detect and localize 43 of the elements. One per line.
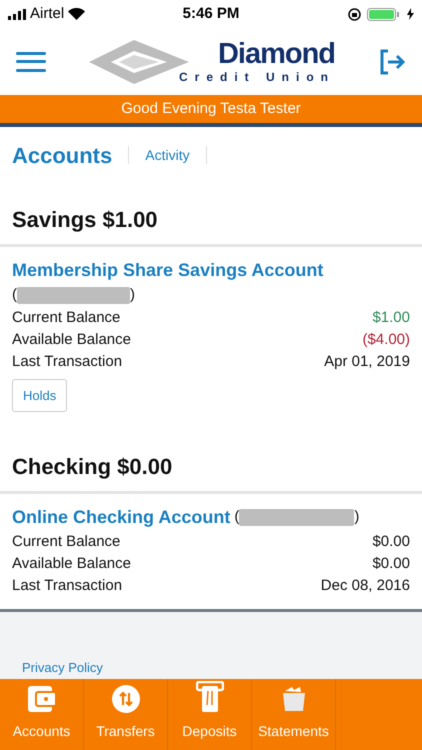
status-time: 5:46 PM	[182, 4, 240, 24]
menu-button[interactable]	[16, 50, 46, 74]
balance-label: Last Transaction	[12, 576, 122, 596]
tab[interactable]: Activity	[145, 144, 190, 166]
balance-label: Available Balance	[12, 554, 131, 574]
carrier-name: Airtel	[30, 4, 64, 24]
bracket: )	[130, 285, 135, 305]
bracket: )	[354, 507, 360, 528]
balance-value: $0.00	[372, 532, 410, 552]
balance-label: Available Balance	[12, 330, 131, 350]
privacy-policy-link[interactable]: Privacy Policy	[22, 658, 103, 677]
nav-item[interactable]: Statements	[252, 679, 336, 750]
nav-item[interactable]: Deposits	[168, 679, 252, 750]
group-heading: Savings $1.00	[11, 206, 159, 234]
rotation-lock-icon	[348, 8, 361, 20]
group-heading: Checking $0.00	[11, 453, 174, 481]
logout-icon[interactable]	[378, 48, 406, 76]
logo-tagline: Credit Union	[179, 71, 335, 83]
logo-name: Diamond	[218, 40, 335, 69]
wifi-icon	[68, 8, 86, 20]
bracket: (	[12, 285, 17, 305]
account-name[interactable]: Online Checking Account	[12, 504, 230, 531]
balance-label: Current Balance	[12, 532, 120, 552]
account-name[interactable]: Membership Share Savings Account	[12, 257, 324, 284]
transfer-icon	[112, 685, 140, 713]
balance-label: Current Balance	[12, 308, 120, 328]
folder-icon	[280, 685, 306, 713]
balance-label: Last Transaction	[12, 352, 122, 372]
nav-item[interactable]: Transfers	[84, 679, 168, 750]
charging-icon	[406, 8, 414, 20]
balance-value: Dec 08, 2016	[320, 576, 410, 596]
holds-button[interactable]: Holds	[12, 378, 68, 412]
tab[interactable]: Accounts	[12, 138, 112, 172]
signal-icon	[8, 8, 26, 20]
bracket: (	[234, 507, 240, 528]
balance-value: Apr 01, 2019	[324, 352, 410, 372]
wallet-icon	[26, 685, 56, 713]
battery-icon	[366, 8, 401, 20]
nav-item[interactable]: Accounts	[0, 679, 84, 750]
balance-value: $0.00	[372, 554, 410, 574]
balance-value: $1.00	[372, 308, 410, 328]
greeting-banner: Good Evening Testa Tester	[0, 95, 422, 127]
balance-value: ($4.00)	[362, 330, 410, 350]
